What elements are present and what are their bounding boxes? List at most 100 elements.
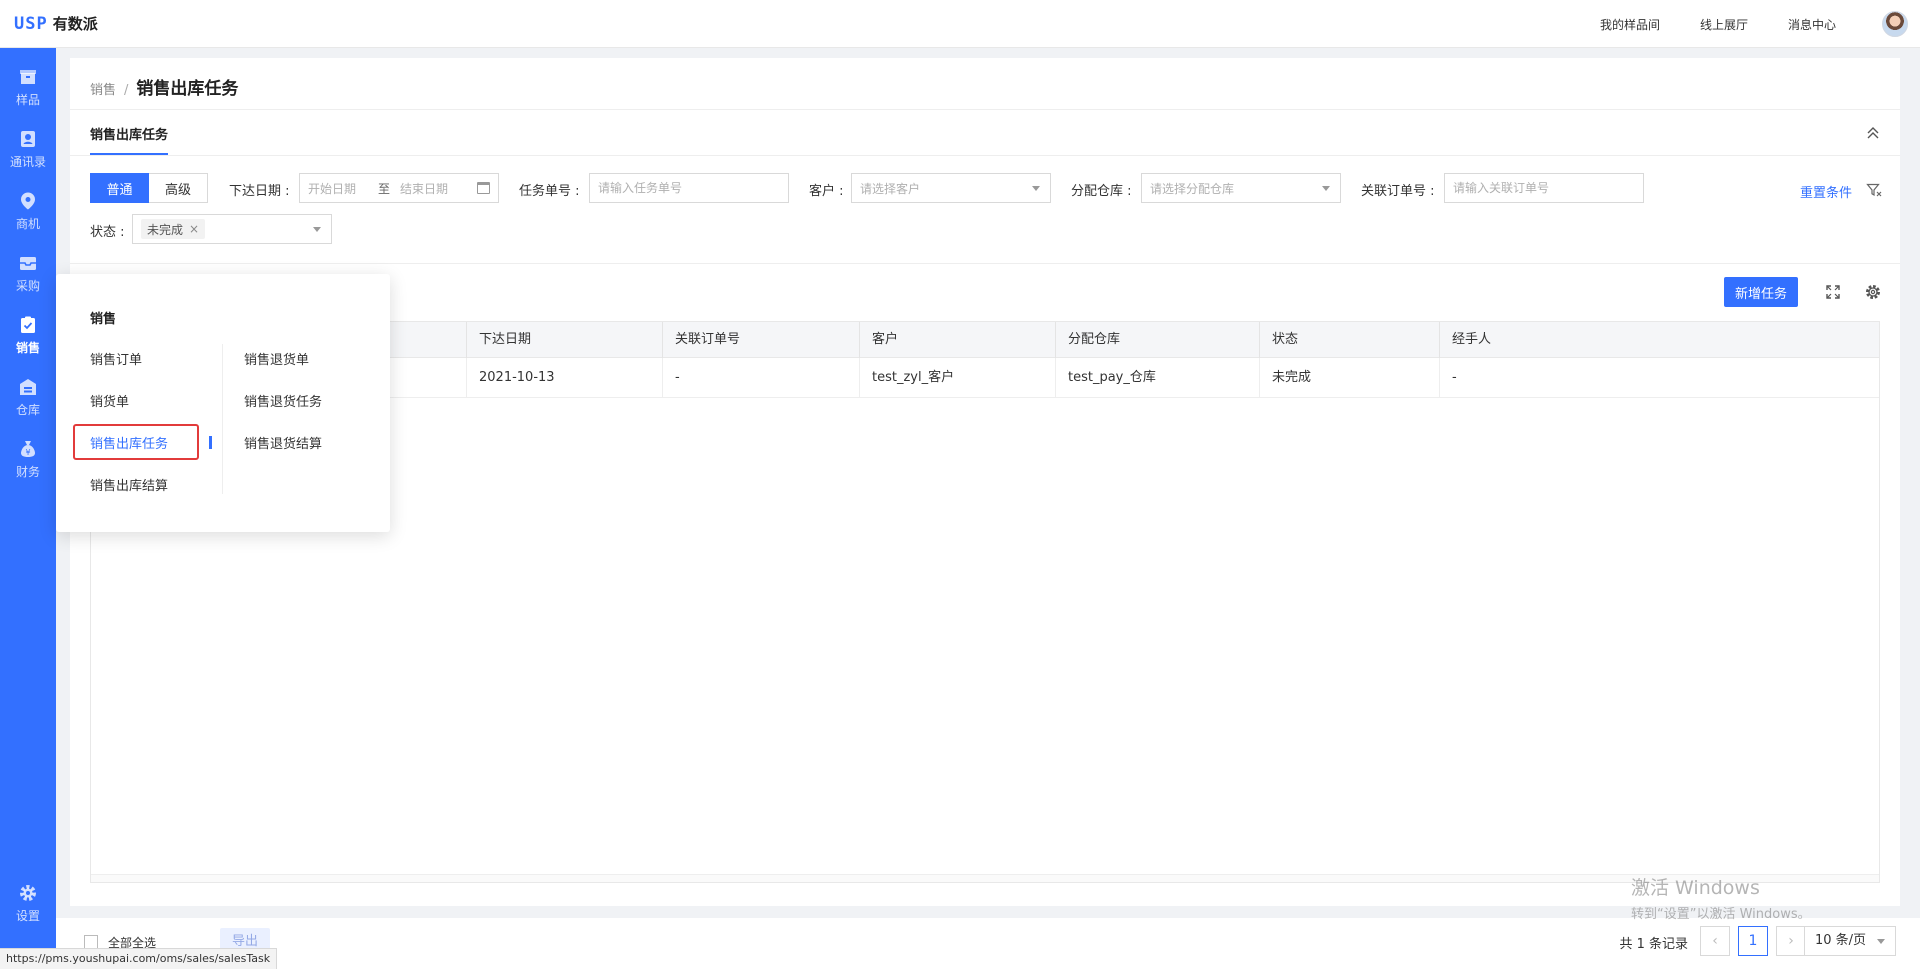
divider	[70, 109, 1900, 110]
sidebar-nav: 样品 通讯录 商机 采购 销售 仓库 ¥ 财务 设置	[0, 48, 56, 969]
sidebar-item-label: 商机	[15, 216, 40, 231]
breadcrumb-separator: /	[124, 83, 129, 98]
add-task-button[interactable]: 新增任务	[1723, 277, 1798, 307]
menu-item-sales-order[interactable]: 销售订单	[90, 349, 142, 368]
sales-flyout-menu: 销售 销售订单 销货单 销售出库任务 销售出库结算 销售退货单 销售退货任务 销…	[56, 274, 390, 532]
order-no-input[interactable]	[1453, 181, 1635, 195]
menu-item-sales-delivery[interactable]: 销货单	[90, 391, 129, 410]
order-no-label: 关联订单号 :	[1361, 184, 1435, 199]
total-records: 共 1 条记录	[1619, 937, 1688, 952]
column-header-order-no[interactable]: 关联订单号	[662, 322, 859, 358]
money-bag-icon: ¥	[18, 439, 38, 459]
chevron-down-icon	[1322, 186, 1330, 191]
my-sample-room-link[interactable]: 我的样品间	[1600, 16, 1660, 33]
status-tag: 未完成 ×	[141, 219, 206, 239]
warehouse-label: 分配仓库 :	[1071, 184, 1132, 199]
logo-mark: USP	[14, 13, 48, 34]
chevron-down-icon	[1877, 939, 1885, 944]
clipboard-check-icon	[18, 315, 38, 335]
mode-normal-button[interactable]: 普通	[90, 173, 149, 203]
chevron-down-icon	[1032, 186, 1040, 191]
app-logo[interactable]: USP 有数派	[0, 13, 98, 34]
cell-customer: test_zyl_客户	[859, 358, 1055, 398]
customer-label: 客户 :	[809, 184, 844, 199]
gear-icon[interactable]	[1864, 283, 1882, 301]
select-all-checkbox[interactable]	[84, 935, 98, 949]
column-header-issue-date[interactable]: 下达日期	[466, 322, 662, 358]
sidebar-item-settings[interactable]: 设置	[0, 872, 56, 934]
warehouse-select-placeholder: 请选择分配仓库	[1150, 181, 1235, 196]
customer-select[interactable]: 请选择客户	[851, 173, 1051, 203]
sidebar-item-label: 设置	[15, 908, 40, 923]
fullscreen-icon[interactable]	[1824, 283, 1842, 301]
cell-warehouse: test_pay_仓库	[1055, 358, 1259, 398]
task-no-input[interactable]	[598, 181, 780, 195]
search-mode-toggle: 普通 高级	[90, 173, 208, 203]
watermark-line-2: 转到“设置”以激活 Windows。	[1631, 907, 1811, 922]
mode-advanced-button[interactable]: 高级	[149, 173, 208, 203]
user-avatar[interactable]	[1882, 11, 1908, 37]
box-icon	[18, 67, 38, 87]
sidebar-item-warehouse[interactable]: 仓库	[0, 366, 56, 428]
column-header-warehouse[interactable]: 分配仓库	[1055, 322, 1259, 358]
warehouse-select[interactable]: 请选择分配仓库	[1141, 173, 1341, 203]
calendar-icon	[477, 182, 490, 194]
horizontal-scrollbar[interactable]	[91, 874, 1879, 882]
collapse-up-icon[interactable]	[1864, 124, 1882, 142]
sidebar-item-samples[interactable]: 样品	[0, 56, 56, 118]
close-icon[interactable]: ×	[189, 222, 199, 236]
issue-date-label: 下达日期 :	[229, 184, 290, 199]
cell-handler: -	[1439, 358, 1879, 398]
cell-order-no: -	[662, 358, 859, 398]
sidebar-item-opportunity[interactable]: 商机	[0, 180, 56, 242]
sidebar-item-contacts[interactable]: 通讯录	[0, 118, 56, 180]
page-number-button[interactable]: 1	[1738, 926, 1768, 956]
page-size-select[interactable]: 10 条/页	[1804, 926, 1896, 956]
sidebar-item-sales[interactable]: 销售	[0, 304, 56, 366]
watermark-line-1: 激活 Windows	[1631, 877, 1760, 899]
page-title: 销售出库任务	[136, 79, 239, 99]
online-showroom-link[interactable]: 线上展厅	[1700, 16, 1748, 33]
sidebar-item-label: 通讯录	[9, 154, 46, 169]
cell-issue-date: 2021-10-13	[466, 358, 662, 398]
flyout-title: 销售	[90, 312, 117, 327]
next-page-button[interactable]: ›	[1776, 926, 1806, 956]
top-links: 我的样品间 线上展厅 消息中心	[1600, 0, 1836, 48]
sidebar-item-label: 采购	[15, 278, 40, 293]
menu-item-sales-return-settlement[interactable]: 销售退货结算	[244, 433, 322, 452]
divider	[70, 263, 1900, 264]
warehouse-icon	[18, 377, 38, 397]
menu-item-sales-outbound-settlement[interactable]: 销售出库结算	[90, 475, 168, 494]
filter-clear-icon[interactable]	[1866, 182, 1882, 198]
column-header-status[interactable]: 状态	[1259, 322, 1439, 358]
sidebar-item-label: 销售	[15, 340, 40, 355]
prev-page-button[interactable]: ‹	[1700, 926, 1730, 956]
sidebar-item-label: 仓库	[15, 402, 40, 417]
task-no-field	[589, 173, 789, 203]
status-label: 状态 :	[90, 225, 125, 240]
svg-text:¥: ¥	[25, 448, 30, 457]
contacts-icon	[18, 129, 38, 149]
bottom-action-bar: 全部全选 导出 共 1 条记录 ‹ 1 › 10 条/页	[56, 918, 1920, 969]
page-size-value: 10 条/页	[1815, 933, 1867, 948]
sidebar-item-label: 财务	[15, 464, 40, 479]
reset-filters-link[interactable]: 重置条件	[1800, 182, 1852, 201]
end-date-placeholder[interactable]: 结束日期	[400, 180, 448, 197]
cell-status: 未完成	[1259, 358, 1439, 398]
date-range-separator: 至	[378, 181, 391, 196]
menu-item-sales-return[interactable]: 销售退货单	[244, 349, 309, 368]
location-pin-icon	[18, 191, 38, 211]
status-select[interactable]: 未完成 ×	[132, 214, 332, 244]
tab-sales-outbound-task[interactable]: 销售出库任务	[90, 124, 169, 155]
menu-item-sales-return-task[interactable]: 销售退货任务	[244, 391, 322, 410]
column-header-handler[interactable]: 经手人	[1439, 322, 1879, 358]
divider	[222, 344, 223, 494]
start-date-placeholder[interactable]: 开始日期	[308, 180, 356, 197]
issue-date-range[interactable]: 开始日期 至 结束日期	[299, 173, 499, 203]
breadcrumb-parent[interactable]: 销售	[90, 79, 116, 98]
message-center-link[interactable]: 消息中心	[1788, 16, 1836, 33]
sidebar-item-purchase[interactable]: 采购	[0, 242, 56, 304]
sidebar-item-finance[interactable]: ¥ 财务	[0, 428, 56, 490]
menu-item-sales-outbound-task[interactable]: 销售出库任务	[90, 433, 168, 452]
column-header-customer[interactable]: 客户	[859, 322, 1055, 358]
